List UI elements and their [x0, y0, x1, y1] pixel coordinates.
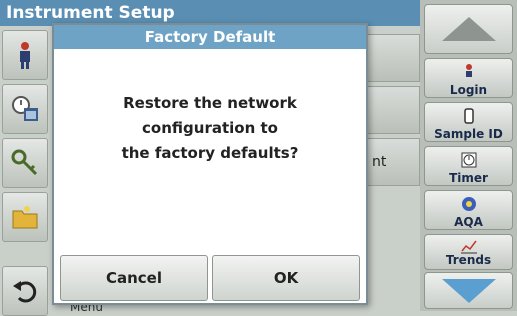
- aqa-label: AQA: [454, 215, 483, 229]
- aqa-button[interactable]: AQA: [424, 190, 513, 230]
- scroll-down-icon: [441, 278, 496, 303]
- dialog-message-line: configuration to: [142, 119, 278, 137]
- trends-button[interactable]: Trends: [424, 234, 513, 270]
- login-label: Login: [449, 83, 488, 97]
- dialog-title: Factory Default: [54, 25, 366, 49]
- modal-overlay: Factory Default Restore the network conf…: [0, 0, 420, 311]
- aqa-icon: [425, 195, 512, 215]
- trends-icon: [425, 237, 512, 254]
- ok-button[interactable]: OK: [212, 255, 360, 301]
- sample-id-button[interactable]: Sample ID: [424, 102, 513, 142]
- scroll-down-button[interactable]: [424, 272, 513, 309]
- timer-label: Timer: [449, 171, 488, 185]
- timer-button[interactable]: Timer: [424, 146, 513, 186]
- trends-label: Trends: [445, 253, 492, 267]
- factory-default-dialog: Factory Default Restore the network conf…: [52, 23, 368, 305]
- scroll-up-icon: [441, 17, 496, 41]
- dialog-message-line: Restore the network: [123, 94, 297, 112]
- timer-icon: [425, 151, 512, 171]
- dialog-message-line: the factory defaults?: [121, 144, 299, 162]
- sample-id-label: Sample ID: [434, 127, 503, 141]
- dialog-message: Restore the network configuration to the…: [54, 91, 366, 166]
- right-toolbar: Login Sample ID Timer AQA Trends: [420, 0, 517, 311]
- login-button[interactable]: Login: [424, 58, 513, 98]
- cancel-button[interactable]: Cancel: [60, 255, 208, 301]
- login-icon: [425, 63, 512, 83]
- sample-id-icon: [425, 107, 512, 127]
- scroll-up-button[interactable]: [424, 4, 513, 54]
